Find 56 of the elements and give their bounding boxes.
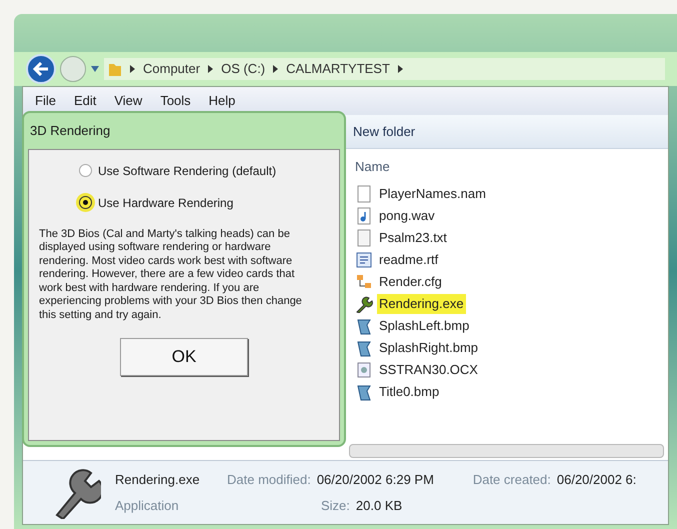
file-icon (355, 229, 373, 247)
breadcrumb-item[interactable]: CALMARTYTEST (286, 59, 390, 79)
new-folder-button[interactable]: New folder (353, 122, 416, 142)
description-text: The 3D Bios (Cal and Marty's talking heads) can be displayed using software rendering or hardware rendering. Most video cards work best with software rendering. However, there are a few video cards that work best with hardware rendering. If you are experiencing problems with your 3D Bios then change this setting and try again. (39, 228, 303, 322)
file-name[interactable]: Psalm23.txt (377, 228, 449, 248)
file-icon (355, 251, 373, 269)
date-created-value: 06/20/2002 6: (556, 471, 636, 489)
menu-item[interactable]: File (35, 91, 56, 111)
file-name[interactable]: readme.rtf (377, 250, 440, 270)
chevron-right-icon[interactable] (398, 65, 403, 73)
file-name[interactable]: Title0.bmp (377, 382, 442, 402)
file-name[interactable]: SplashLeft.bmp (377, 316, 472, 336)
radio-button[interactable] (79, 196, 92, 209)
radio-label[interactable]: Use Hardware Rendering (98, 194, 234, 212)
file-icon (355, 273, 373, 291)
file-name: Rendering.exe (115, 471, 201, 489)
wrench-icon (53, 466, 101, 518)
file-name[interactable]: PlayerNames.nam (377, 184, 488, 204)
file-icon (355, 317, 373, 335)
file-name[interactable]: SplashRight.bmp (377, 338, 480, 358)
dialog-title: 3D Rendering (29, 122, 112, 140)
size-label: Size: (321, 496, 350, 514)
dropdown-caret-icon[interactable] (90, 65, 100, 73)
menu-item[interactable]: Help (208, 91, 236, 111)
file-name[interactable]: Rendering.exe (377, 294, 466, 314)
file-icon (355, 383, 373, 401)
back-button[interactable] (26, 54, 56, 84)
file-icon (355, 339, 373, 357)
breadcrumb-item[interactable]: OS (C:) (221, 59, 266, 79)
horizontal-scrollbar[interactable] (349, 444, 664, 458)
date-modified-value: 06/20/2002 6:29 PM (316, 471, 435, 489)
chevron-right-icon[interactable] (130, 65, 135, 73)
date-modified-label: Date modified: (227, 471, 311, 489)
file-icon (355, 295, 373, 313)
back-arrow-icon (33, 62, 49, 76)
breadcrumb-item[interactable]: Computer (143, 59, 200, 79)
menu-item[interactable]: Edit (74, 91, 96, 111)
file-icon (355, 207, 373, 225)
menu-item[interactable]: Tools (160, 91, 191, 111)
file-type: Application (115, 496, 180, 515)
date-created-label: Date created: (472, 471, 551, 489)
size-value: 20.0 KB (356, 496, 402, 514)
ok-button[interactable]: OK (120, 338, 248, 376)
folder-icon (108, 61, 122, 77)
chevron-right-icon[interactable] (208, 65, 214, 73)
file-name[interactable]: SSTRAN30.OCX (377, 360, 480, 380)
menu-item[interactable]: View (114, 91, 142, 111)
chevron-right-icon[interactable] (273, 65, 278, 73)
file-icon (355, 361, 373, 379)
file-icon (355, 185, 373, 203)
file-name[interactable]: Render.cfg (377, 272, 444, 292)
address-bar[interactable]: Computer OS (C:) CALMARTYTEST (104, 58, 665, 80)
file-name[interactable]: pong.wav (377, 206, 437, 226)
radio-label[interactable]: Use Software Rendering (default) (98, 162, 276, 180)
radio-button[interactable] (79, 164, 92, 177)
column-header[interactable]: Name (355, 157, 668, 179)
